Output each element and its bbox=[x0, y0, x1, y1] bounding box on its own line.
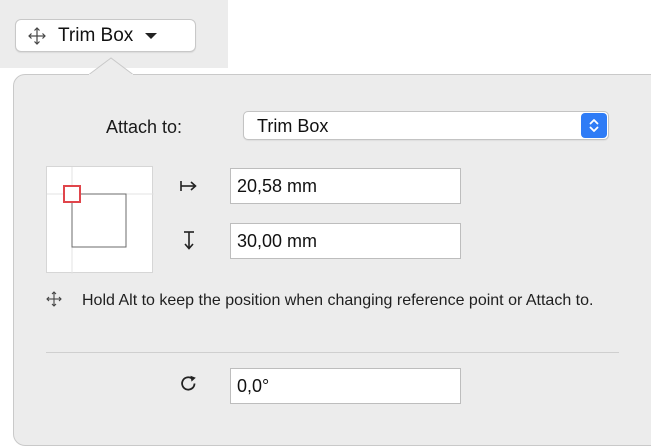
rotation-value: 0,0° bbox=[237, 376, 270, 396]
x-position-field[interactable]: 20,58 mm bbox=[230, 168, 461, 204]
horizontal-offset-arrow-icon bbox=[180, 177, 197, 195]
y-position-field[interactable]: 30,00 mm bbox=[230, 223, 461, 259]
y-position-value: 30,00 mm bbox=[237, 231, 318, 251]
move-crosshair-icon bbox=[46, 291, 62, 307]
caret-down-icon bbox=[145, 32, 158, 39]
vertical-offset-arrow-icon bbox=[181, 231, 197, 250]
rotate-clockwise-icon bbox=[179, 374, 199, 394]
move-crosshair-icon bbox=[28, 26, 46, 45]
reference-point-marker bbox=[63, 185, 81, 203]
attach-to-value: Trim Box bbox=[257, 116, 329, 136]
rotation-field[interactable]: 0,0° bbox=[230, 368, 461, 404]
trim-box-popover-button[interactable]: Trim Box bbox=[15, 19, 196, 52]
trim-box-button-label: Trim Box bbox=[58, 24, 134, 46]
divider bbox=[46, 352, 619, 353]
select-stepper-icon bbox=[581, 113, 607, 138]
reference-point-selector[interactable] bbox=[46, 166, 154, 274]
attach-to-select[interactable]: Trim Box bbox=[243, 111, 609, 140]
popover-arrow bbox=[89, 57, 133, 75]
x-position-value: 20,58 mm bbox=[237, 176, 318, 196]
attach-to-label: Attach to: bbox=[106, 117, 183, 137]
hold-alt-hint: Hold Alt to keep the position when chang… bbox=[82, 292, 594, 309]
